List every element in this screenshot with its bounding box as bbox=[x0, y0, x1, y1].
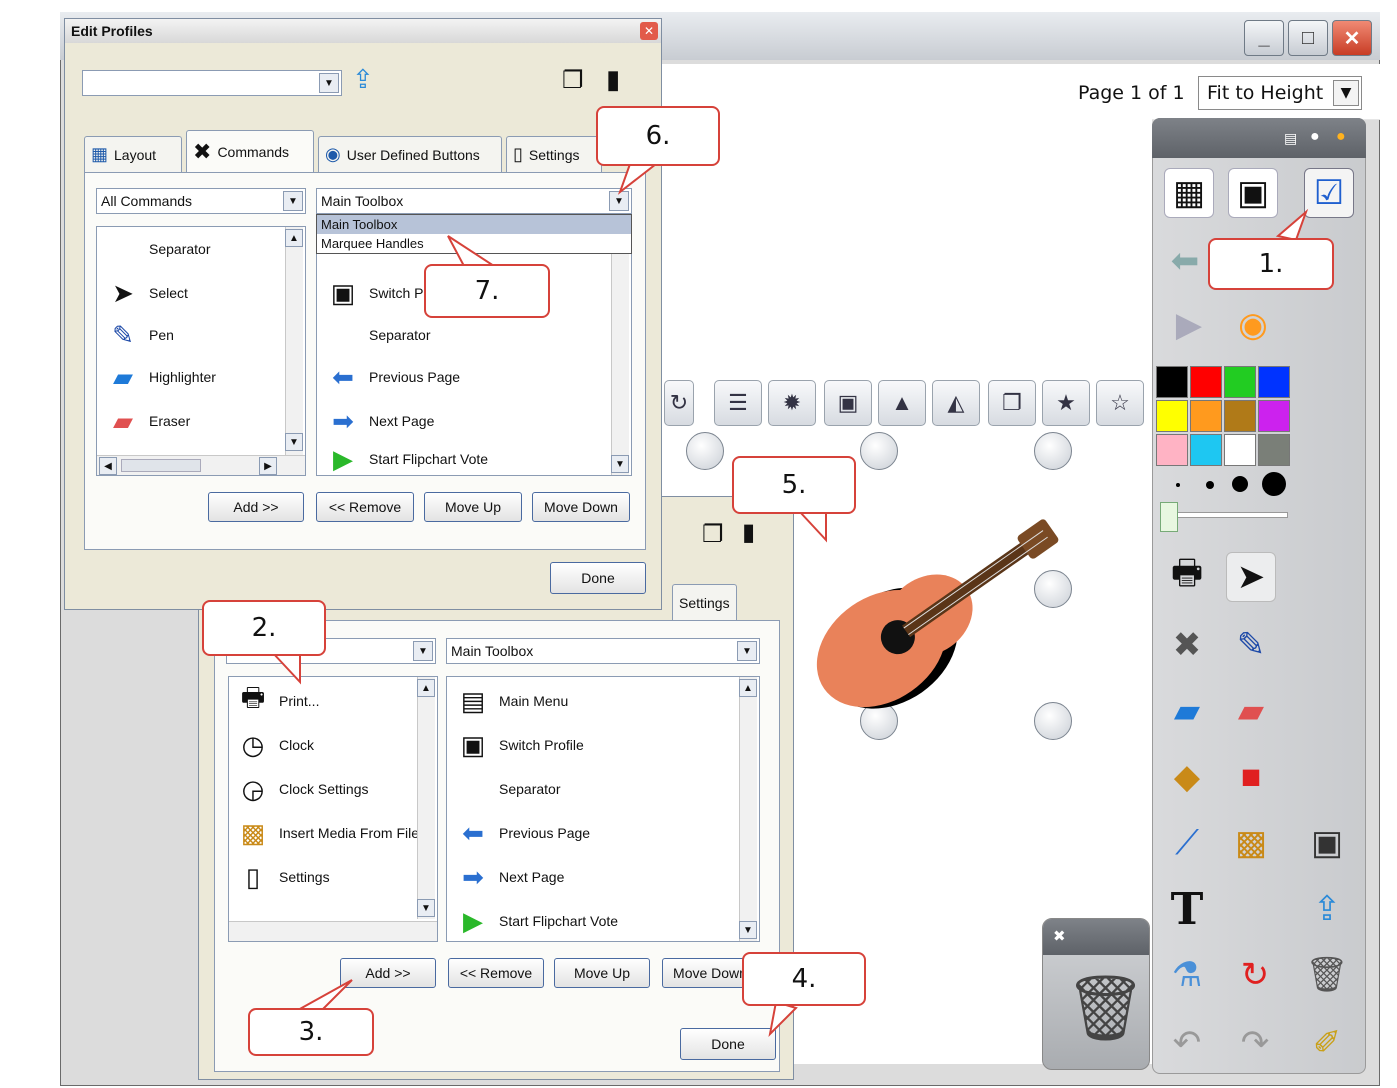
callout-1: 1. bbox=[1208, 238, 1334, 290]
callout-7: 7. bbox=[424, 264, 550, 318]
callout-2: 2. bbox=[202, 600, 326, 656]
callout-6: 6. bbox=[596, 106, 720, 166]
callout-3: 3. bbox=[248, 1008, 374, 1056]
callout-5: 5. bbox=[732, 456, 856, 514]
callout-4: 4. bbox=[742, 952, 866, 1006]
